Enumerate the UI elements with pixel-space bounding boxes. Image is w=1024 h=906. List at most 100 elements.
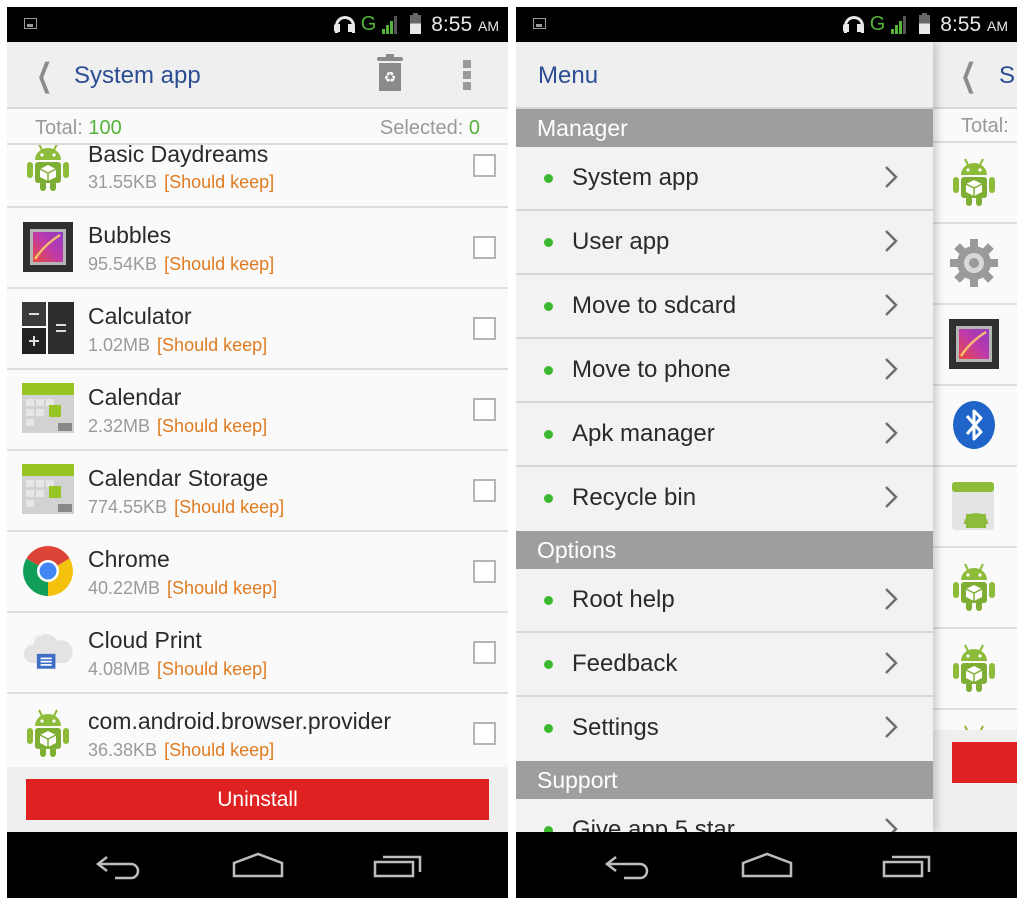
list-item: [933, 224, 1017, 305]
network-type: G: [360, 13, 377, 35]
battery-icon: [919, 13, 931, 34]
list-item: [933, 143, 1017, 224]
app-name: Calendar: [88, 384, 182, 410]
home-icon[interactable]: [232, 852, 284, 878]
cloud-print-icon: [22, 626, 74, 678]
select-checkbox[interactable]: [473, 722, 496, 745]
bullet-dot-icon: [544, 660, 553, 669]
chevron-right-icon: [884, 293, 898, 317]
page-title: System app: [74, 62, 201, 89]
app-size: 774.55KB: [88, 497, 168, 517]
select-checkbox[interactable]: [473, 479, 496, 502]
more-vertical-icon[interactable]: [463, 60, 471, 90]
signal-icon: [382, 15, 400, 34]
image-notification-icon: [24, 18, 37, 29]
android-icon: [948, 156, 1000, 208]
list-item[interactable]: Calculator 1.02MB [Should keep]: [7, 289, 508, 370]
android-icon: [948, 642, 1000, 694]
bullet-dot-icon: [544, 238, 553, 247]
uninstall-button[interactable]: Uninstall: [26, 779, 489, 820]
select-checkbox[interactable]: [473, 154, 496, 177]
list-item: [933, 386, 1017, 467]
chevron-right-icon: [884, 229, 898, 253]
network-type: G: [869, 13, 886, 35]
list-item[interactable]: com.android.browser.provider 36.38KB [Sho…: [7, 694, 508, 767]
menu-item-settings[interactable]: Settings: [516, 697, 933, 761]
settings-gear-icon: [948, 237, 1000, 289]
menu-item-system-app[interactable]: System app: [516, 147, 933, 211]
bullet-dot-icon: [544, 430, 553, 439]
chevron-right-icon: [884, 165, 898, 189]
app-list[interactable]: Basic Daydreams 31.55KB [Should keep] Bub…: [7, 145, 508, 767]
calendar-icon: [22, 383, 74, 435]
menu-item-move-to-phone[interactable]: Move to phone: [516, 339, 933, 403]
chevron-left-icon[interactable]: ❮: [36, 56, 52, 94]
section-header-manager: Manager: [516, 109, 933, 147]
app-bar: ❮ System app ♻: [7, 42, 508, 109]
total-count-partial: Total:: [933, 109, 1017, 143]
recents-icon[interactable]: [882, 852, 932, 878]
app-size: 1.02MB: [88, 335, 151, 355]
section-header-options: Options: [516, 531, 933, 569]
chevron-right-icon: [884, 587, 898, 611]
bluetooth-icon: [948, 399, 1000, 451]
bullet-dot-icon: [544, 826, 553, 832]
app-name: Bubbles: [88, 222, 172, 248]
bullet-dot-icon: [544, 302, 553, 311]
android-icon: [948, 561, 1000, 613]
chevron-right-icon: [884, 357, 898, 381]
menu-item-root-help[interactable]: Root help: [516, 569, 933, 633]
app-size: 95.54KB: [88, 254, 158, 274]
menu-item-give-app-5-star[interactable]: Give app 5 star: [516, 799, 933, 832]
drawer-title: Menu: [538, 62, 599, 89]
list-item[interactable]: Cloud Print 4.08MB [Should keep]: [7, 613, 508, 694]
home-icon[interactable]: [741, 852, 793, 878]
menu-item-user-app[interactable]: User app: [516, 211, 933, 275]
menu-item-apk-manager[interactable]: Apk manager: [516, 403, 933, 467]
list-item: [933, 467, 1017, 548]
chevron-right-icon: [884, 817, 898, 832]
section-header-support: Support: [516, 761, 933, 799]
select-checkbox[interactable]: [473, 560, 496, 583]
bullet-dot-icon: [544, 174, 553, 183]
image-notification-icon: [533, 18, 546, 29]
keep-tag: [Should keep]: [164, 172, 275, 192]
chevron-right-icon: [884, 485, 898, 509]
back-icon[interactable]: [604, 854, 652, 880]
app-name: com.android.browser.provider: [88, 708, 391, 734]
status-clock: 8:55 AM: [431, 12, 499, 36]
gallery-icon: [948, 318, 1000, 370]
chevron-right-icon: [884, 715, 898, 739]
menu-item-recycle-bin[interactable]: Recycle bin: [516, 467, 933, 531]
recycle-bin-icon[interactable]: ♻: [377, 54, 403, 93]
bullet-dot-icon: [544, 724, 553, 733]
select-checkbox[interactable]: [473, 641, 496, 664]
app-name: Chrome: [88, 546, 170, 572]
back-icon[interactable]: [95, 854, 143, 880]
list-item[interactable]: Bubbles 95.54KB [Should keep]: [7, 208, 508, 289]
list-item[interactable]: Calendar 2.32MB [Should keep]: [7, 370, 508, 451]
list-item[interactable]: Calendar Storage 774.55KB [Should keep]: [7, 451, 508, 532]
keep-tag: [Should keep]: [157, 659, 268, 679]
app-name: Calculator: [88, 303, 192, 329]
recents-icon[interactable]: [373, 852, 423, 878]
select-checkbox[interactable]: [473, 317, 496, 340]
headset-icon: [842, 15, 864, 35]
gallery-icon: [22, 221, 74, 273]
menu-item-move-to-sdcard[interactable]: Move to sdcard: [516, 275, 933, 339]
headset-icon: [333, 15, 355, 35]
app-name: Cloud Print: [88, 627, 202, 653]
bullet-dot-icon: [544, 596, 553, 605]
list-item[interactable]: Chrome 40.22MB [Should keep]: [7, 532, 508, 613]
keep-tag: [Should keep]: [164, 740, 275, 760]
select-checkbox[interactable]: [473, 398, 496, 421]
status-bar: G 8:55 AM: [7, 7, 508, 42]
navigation-drawer: Menu Manager System app User app Move to…: [516, 42, 933, 832]
select-checkbox[interactable]: [473, 236, 496, 259]
list-item[interactable]: Basic Daydreams 31.55KB [Should keep]: [7, 145, 508, 208]
menu-item-feedback[interactable]: Feedback: [516, 633, 933, 697]
app-size: 40.22MB: [88, 578, 161, 598]
list-item: [933, 629, 1017, 710]
calendar-icon: [22, 464, 74, 516]
android-icon: [22, 145, 74, 193]
